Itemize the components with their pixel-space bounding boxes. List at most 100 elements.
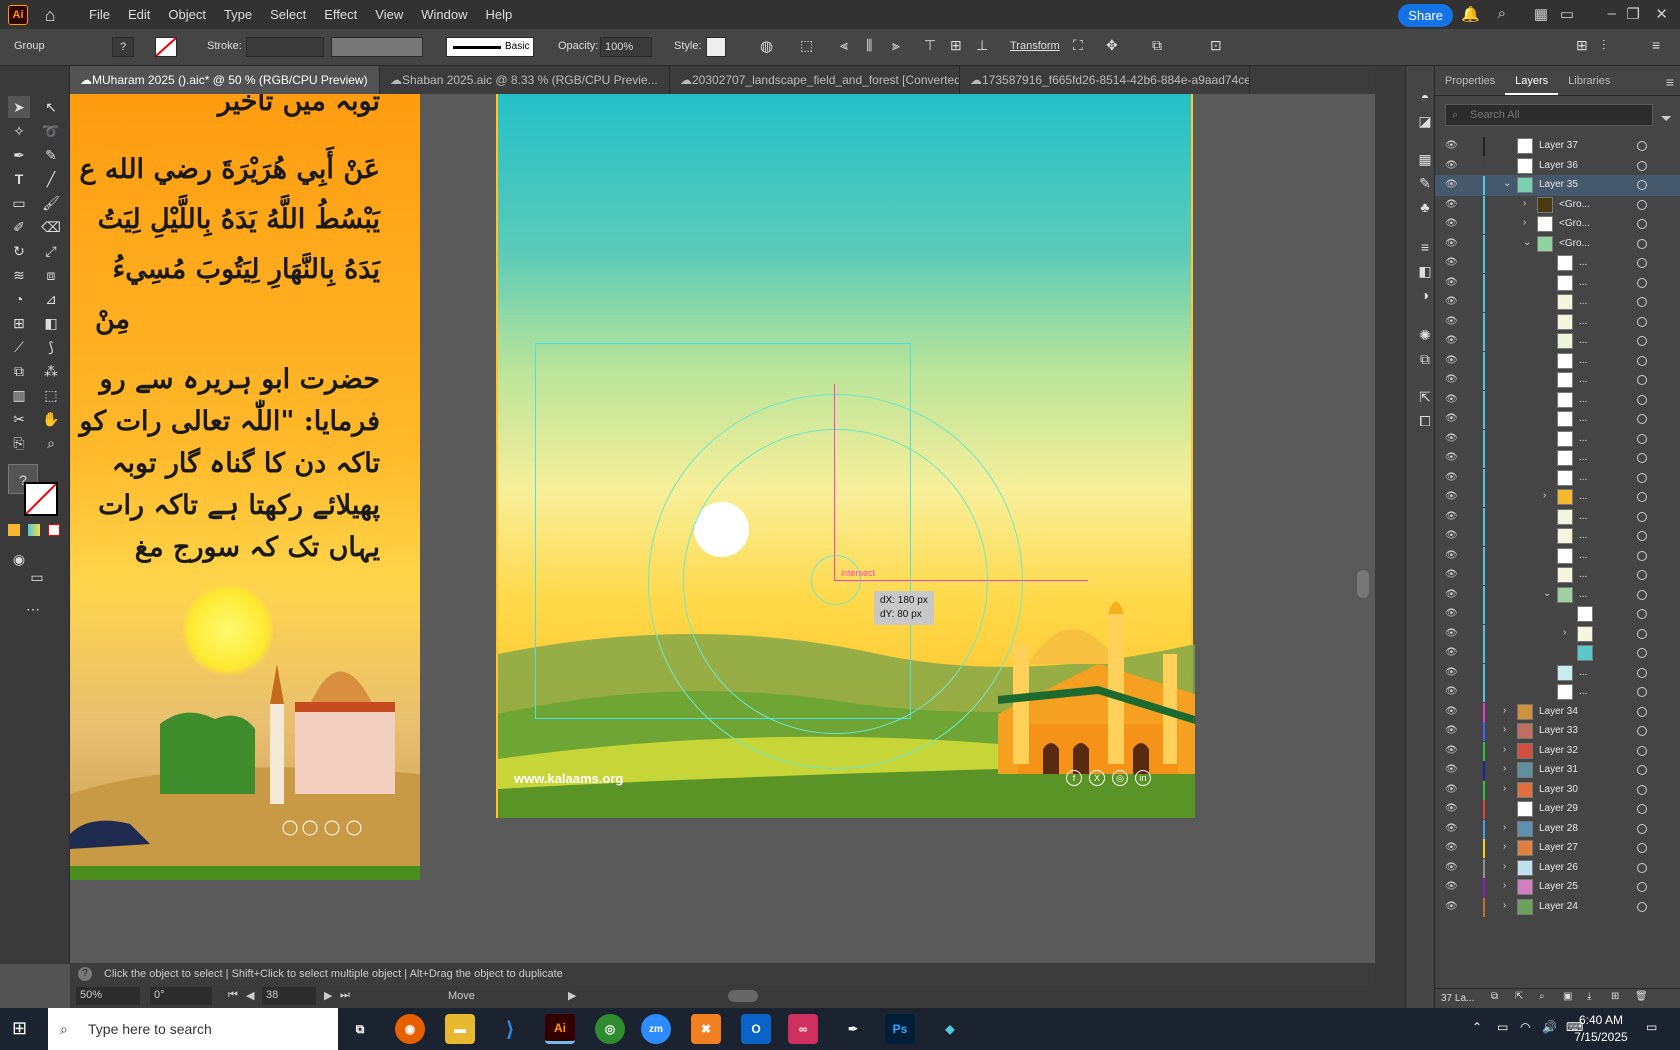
expand-toggle-icon[interactable]: › (1523, 217, 1526, 228)
layer-row[interactable]: 👁... (1435, 682, 1680, 703)
target-circle-icon[interactable] (1637, 492, 1647, 502)
last-artboard-icon[interactable]: ⏭ (340, 989, 350, 1002)
visibility-eye-icon[interactable]: 👁 (1445, 316, 1458, 328)
minimize-icon[interactable]: – (1608, 5, 1616, 22)
brush-definition[interactable]: Basic (446, 37, 534, 57)
symbol-sprayer-icon[interactable]: ⁂ (40, 360, 62, 382)
new-sublayer-icon[interactable]: ⤓ (1587, 991, 1591, 1002)
stroke-color-icon[interactable] (24, 482, 58, 516)
expand-toggle-icon[interactable]: › (1503, 763, 1506, 774)
layer-row[interactable]: 👁... (1435, 448, 1680, 469)
document-tab[interactable]: ☁ 20302707_landscape_field_and_forest [C… (670, 66, 960, 94)
visibility-eye-icon[interactable]: 👁 (1445, 433, 1458, 445)
layer-row[interactable]: 👁 › Layer 28 (1435, 819, 1680, 840)
shape-builder-icon[interactable]: ◔ (8, 288, 30, 310)
visibility-eye-icon[interactable]: 👁 (1445, 277, 1458, 289)
volume-icon[interactable]: 🔊 (1542, 1020, 1557, 1034)
target-circle-icon[interactable] (1637, 823, 1647, 834)
menu-file[interactable]: File (80, 7, 119, 22)
layer-row[interactable]: 👁 › <Gro... (1435, 214, 1680, 235)
target-circle-icon[interactable] (1637, 745, 1647, 756)
visibility-eye-icon[interactable]: 👁 (1445, 608, 1458, 620)
restore-icon[interactable]: ❐ (1627, 5, 1640, 23)
target-circle-icon[interactable] (1637, 628, 1647, 639)
arrange-panels-icon[interactable]: ⊞ (1576, 37, 1588, 54)
align-top-icon[interactable]: ⊤ (924, 37, 936, 54)
visibility-eye-icon[interactable]: 👁 (1445, 764, 1458, 776)
zoom-tool-icon[interactable]: ⌕ (40, 432, 62, 454)
artboards-panel-icon[interactable]: ⧠ (1414, 410, 1436, 432)
fill-swatch[interactable]: ? (112, 37, 134, 57)
target-circle-icon[interactable] (1637, 238, 1647, 249)
target-circle-icon[interactable] (1637, 219, 1647, 229)
visibility-eye-icon[interactable]: 👁 (1445, 667, 1458, 679)
target-circle-icon[interactable] (1637, 609, 1647, 619)
bell-icon[interactable]: 🔔 (1461, 5, 1480, 23)
layer-row[interactable]: 👁... (1435, 468, 1680, 489)
paintbrush-icon[interactable]: 🖌 (40, 192, 62, 214)
menu-help[interactable]: Help (476, 7, 521, 22)
menu-object[interactable]: Object (159, 7, 215, 22)
hand-tool-icon[interactable]: ✋ (40, 408, 62, 430)
graph-tool-icon[interactable]: ▥ (8, 384, 30, 406)
layer-row[interactable]: 👁... (1435, 546, 1680, 567)
pen-tool-icon[interactable]: ✒ (8, 144, 30, 166)
search-icon[interactable]: ⌕ (1498, 5, 1506, 22)
symbols-icon[interactable]: ♣ (1414, 196, 1436, 218)
layer-row[interactable]: 👁 › Layer 25 (1435, 877, 1680, 898)
visibility-eye-icon[interactable]: 👁 (1445, 842, 1458, 854)
target-circle-icon[interactable] (1637, 648, 1647, 658)
artboard-number-field[interactable]: 38 (262, 987, 316, 1005)
make-clipping-mask-icon[interactable]: ▣ (1563, 991, 1572, 1002)
layer-row[interactable]: 👁 (1435, 604, 1680, 625)
magic-wand-icon[interactable]: ✧ (8, 120, 30, 142)
envelope-icon[interactable]: ⧉ (1152, 37, 1162, 54)
expand-toggle-icon[interactable]: ⌄ (1543, 588, 1551, 599)
rotate-field[interactable]: 0° (150, 987, 212, 1005)
locate-object-icon[interactable]: ⌕ (1539, 991, 1545, 1002)
layer-row[interactable]: 👁... (1435, 429, 1680, 450)
expand-toggle-icon[interactable]: › (1563, 627, 1566, 638)
target-circle-icon[interactable] (1637, 277, 1647, 288)
expand-toggle-icon[interactable]: › (1503, 861, 1506, 872)
visibility-eye-icon[interactable]: 👁 (1445, 589, 1458, 601)
status-menu-icon[interactable]: ▶ (568, 989, 576, 1002)
target-circle-icon[interactable] (1637, 297, 1647, 307)
layer-row[interactable]: 👁... (1435, 390, 1680, 411)
app-icon[interactable]: ◆ (935, 1014, 965, 1044)
chrome-icon[interactable]: ◎ (595, 1014, 625, 1044)
notification-icon[interactable]: ▭ (1646, 1020, 1657, 1034)
visibility-eye-icon[interactable]: 👁 (1445, 530, 1458, 542)
file-explorer-icon[interactable]: ▬ (445, 1014, 475, 1044)
layer-row[interactable]: 👁 › Layer 34 (1435, 702, 1680, 723)
layer-row[interactable]: 👁 › Layer 33 (1435, 721, 1680, 742)
rectangle-tool-icon[interactable]: ▭ (8, 192, 30, 214)
expand-toggle-icon[interactable]: › (1503, 880, 1506, 891)
expand-toggle-icon[interactable]: › (1503, 744, 1506, 755)
layer-row[interactable]: 👁... (1435, 663, 1680, 684)
expand-toggle-icon[interactable]: › (1503, 705, 1506, 716)
layer-row[interactable]: 👁 ⌄ <Gro... (1435, 234, 1680, 255)
layer-row[interactable]: 👁 Layer 29 (1435, 799, 1680, 820)
tray-chevron-icon[interactable]: ⌃ (1472, 1020, 1482, 1034)
document-tab[interactable]: ☁ MUharam 2025 ().aic* @ 50 % (RGB/CPU P… (70, 66, 380, 94)
close-icon[interactable]: ✕ (1655, 5, 1668, 23)
new-layer-icon[interactable]: ⊞ (1611, 991, 1619, 1002)
target-circle-icon[interactable] (1637, 843, 1647, 853)
appearance-icon[interactable]: ◓ (1414, 86, 1436, 108)
visibility-eye-icon[interactable]: 👁 (1445, 706, 1458, 718)
panel-tab-layers[interactable]: Layers (1505, 66, 1559, 95)
target-circle-icon[interactable] (1637, 765, 1647, 775)
expand-toggle-icon[interactable]: › (1503, 783, 1506, 794)
curvature-tool-icon[interactable]: ✎ (40, 144, 62, 166)
layer-row[interactable]: 👁... (1435, 507, 1680, 528)
target-circle-icon[interactable] (1637, 667, 1647, 678)
visibility-eye-icon[interactable]: 👁 (1445, 901, 1458, 913)
expand-toggle-icon[interactable]: ⌄ (1503, 178, 1511, 189)
graphic-style-swatch[interactable] (706, 37, 726, 57)
target-circle-icon[interactable] (1637, 531, 1647, 541)
artboard-tool-icon[interactable]: ⬚ (40, 384, 62, 406)
layer-row[interactable]: 👁... (1435, 351, 1680, 372)
align-left-icon[interactable]: ⫷ (840, 37, 848, 54)
target-circle-icon[interactable] (1637, 511, 1647, 522)
